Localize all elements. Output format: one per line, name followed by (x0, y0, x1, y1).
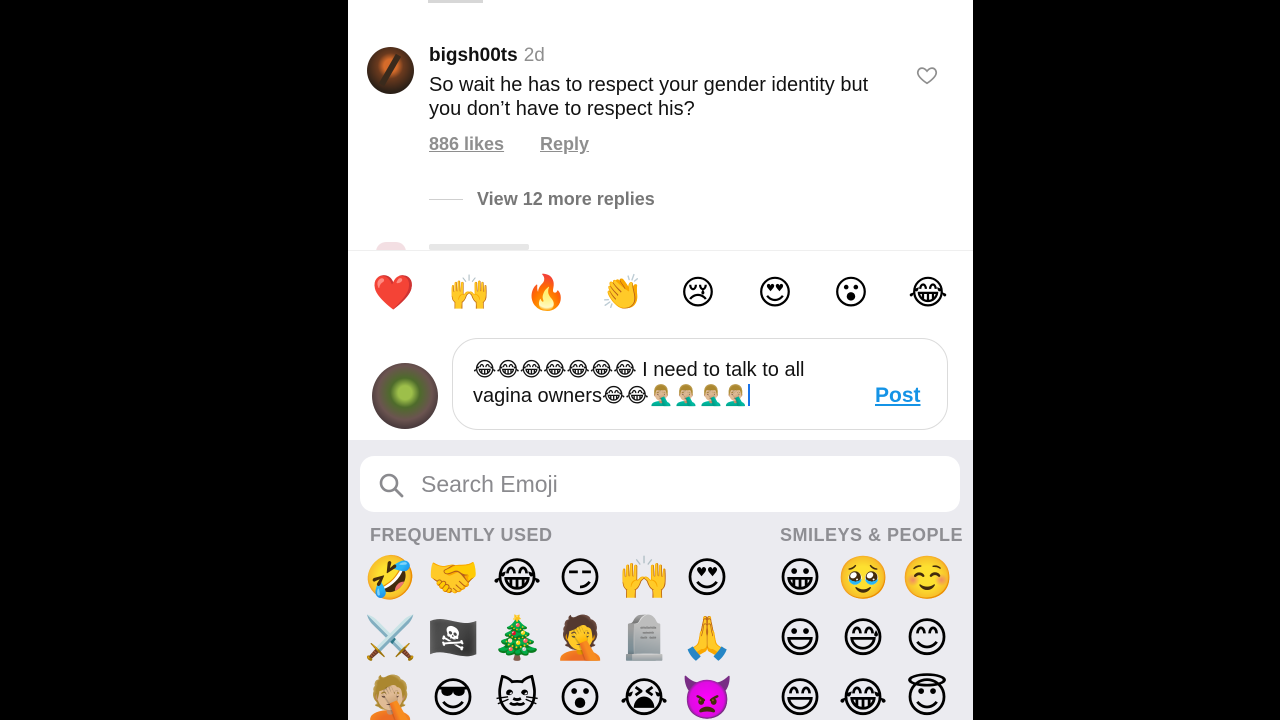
comment-text: So wait he has to respect your gender id… (429, 74, 869, 120)
comment-input-value: 😂😂😂😂😂😂😂 I need to talk to all vagina own… (473, 359, 805, 407)
emoji-key[interactable]: 😅 (837, 612, 889, 664)
emoji-key[interactable]: 😍 (681, 552, 733, 604)
current-user-avatar (372, 363, 438, 429)
emoji-key[interactable]: 🙏 (681, 612, 733, 664)
reaction-clap-button[interactable]: 👏 (601, 273, 643, 313)
search-icon (379, 473, 404, 498)
emoji-key[interactable]: 🙌 (618, 552, 670, 604)
emoji-key[interactable]: 😇 (901, 672, 953, 720)
emoji-key[interactable]: 🤦🏼 (364, 672, 416, 720)
emoji-key[interactable]: 🤝 (427, 552, 479, 604)
emoji-key[interactable]: 😭 (618, 672, 670, 720)
previous-comment-stub (428, 0, 483, 3)
comment-input-text[interactable]: 😂😂😂😂😂😂😂 I need to talk to all vagina own… (473, 357, 853, 409)
section-frequently-used: FREQUENTLY USED (370, 525, 553, 545)
emoji-search-placeholder: Search Emoji (421, 471, 558, 497)
comment-likes-link[interactable]: 886 likes (429, 134, 504, 155)
reply-button[interactable]: Reply (540, 134, 589, 155)
reaction-heart-eyes-button[interactable]: 😍 (755, 273, 795, 313)
emoji-key[interactable]: 🪦 (618, 612, 670, 664)
emoji-key[interactable]: 😎 (427, 672, 479, 720)
emoji-key[interactable]: 🏴‍☠️ (427, 612, 479, 664)
emoji-key[interactable]: 🤦 (554, 612, 606, 664)
emoji-key[interactable]: 😄 (774, 672, 826, 720)
reaction-heart-button[interactable]: ❤️ (372, 273, 414, 313)
emoji-row: 🤦🏼 😎 🐱 😮 😭 👿 😄 😂 😇 (348, 672, 973, 720)
emoji-key[interactable]: 😮 (554, 672, 606, 720)
emoji-key[interactable]: 😀 (774, 552, 826, 604)
comment-header: bigsh00ts 2d (429, 45, 545, 67)
emoji-key[interactable]: 🤣 (364, 552, 416, 604)
reaction-fire-button[interactable]: 🔥 (525, 273, 567, 313)
instagram-comments-screen: bigsh00ts 2d So wait he has to respect yo… (348, 0, 973, 720)
emoji-search-field[interactable]: Search Emoji (360, 456, 960, 512)
emoji-key[interactable]: 😂 (837, 672, 889, 720)
emoji-key[interactable]: 🐱 (491, 672, 543, 720)
commenter-avatar[interactable] (367, 47, 414, 94)
comment-time: 2d (523, 45, 545, 66)
like-heart-icon[interactable] (916, 64, 938, 86)
emoji-key[interactable]: 🥹 (837, 552, 889, 604)
quick-reaction-bar: ❤️ 🙌 🔥 👏 😢 😍 😮 😂 (348, 250, 973, 339)
emoji-row: ⚔️ 🏴‍☠️ 🎄 🤦 🪦 🙏 😃 😅 😊 (348, 612, 973, 672)
emoji-keyboard: Search Emoji FREQUENTLY USED SMILEYS & P… (348, 440, 973, 720)
emoji-key[interactable]: 😂 (491, 552, 543, 604)
reaction-raised-hands-button[interactable]: 🙌 (448, 273, 490, 313)
emoji-key[interactable]: 😏 (554, 552, 606, 604)
emoji-key[interactable]: 🎄 (491, 612, 543, 664)
reaction-laughing-button[interactable]: 😂 (908, 273, 948, 313)
emoji-key[interactable]: 😃 (774, 612, 826, 664)
emoji-row: 🤣 🤝 😂 😏 🙌 😍 😀 🥹 ☺️ (348, 552, 973, 612)
emoji-key[interactable]: 👿 (681, 672, 733, 720)
reaction-surprised-button[interactable]: 😮 (831, 273, 871, 313)
comment-input[interactable]: 😂😂😂😂😂😂😂 I need to talk to all vagina own… (452, 338, 948, 430)
emoji-key[interactable]: ⚔️ (364, 612, 416, 664)
section-smileys-people: SMILEYS & PEOPLE (780, 525, 964, 545)
post-button[interactable]: Post (875, 384, 921, 408)
emoji-key[interactable]: ☺️ (901, 552, 953, 604)
emoji-key[interactable]: 😊 (901, 612, 953, 664)
view-more-replies-button[interactable]: View 12 more replies (477, 189, 655, 210)
replies-divider (429, 199, 463, 200)
reaction-crying-button[interactable]: 😢 (678, 273, 718, 313)
text-cursor (748, 384, 751, 406)
commenter-username[interactable]: bigsh00ts (429, 45, 518, 66)
